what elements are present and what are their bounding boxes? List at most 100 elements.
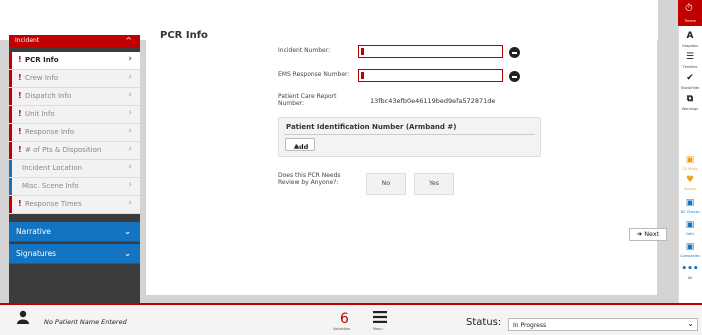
status-select[interactable]: In Progress ⌄ bbox=[508, 318, 698, 331]
status-label: Status: bbox=[466, 317, 502, 328]
sidebar-section-narrative[interactable]: Narrative ⌄ bbox=[9, 222, 140, 242]
kit-icon[interactable]: ▣ bbox=[680, 220, 700, 230]
sidebar-item-dispatch-info[interactable]: ! Dispatch Info › bbox=[9, 88, 140, 106]
menu-label: Menu bbox=[373, 327, 383, 331]
sidebar-item-label: PCR Info bbox=[25, 56, 59, 64]
sidebar-item-label: Unit Info bbox=[25, 110, 55, 118]
required-bar bbox=[9, 124, 12, 141]
rail-label: Timeline bbox=[682, 65, 698, 69]
chevron-right-icon: › bbox=[128, 90, 132, 100]
arrow-right-icon: ➜ bbox=[636, 230, 643, 238]
sidebar-item-misc-scene-info[interactable]: Misc. Scene Info › bbox=[9, 178, 140, 196]
required-bar bbox=[9, 106, 12, 123]
ems-response-label: EMS Response Number: bbox=[278, 71, 350, 78]
sidebar-item-incident-location[interactable]: Incident Location › bbox=[9, 160, 140, 178]
required-icon: ! bbox=[18, 199, 22, 208]
armband-panel: Patient Identification Number (Armband #… bbox=[278, 117, 541, 157]
sliders-icon[interactable]: ☰ bbox=[680, 52, 700, 62]
chevron-down-icon: ⌄ bbox=[124, 227, 131, 236]
rail-label: All bbox=[687, 276, 693, 280]
copy-icon[interactable]: ⧉ bbox=[680, 94, 700, 104]
next-button[interactable]: ➜ Next bbox=[629, 228, 667, 241]
review-label: Does this PCR Needs Review by Anyone?: bbox=[278, 172, 341, 186]
rail-label: Calls bbox=[685, 232, 695, 236]
sidebar-item-pts-disposition[interactable]: ! # of Pts & Disposition › bbox=[9, 142, 140, 160]
sidebar-item-label: Misc. Scene Info bbox=[22, 182, 79, 190]
required-marker bbox=[361, 72, 364, 79]
heart-icon[interactable]: ♥ bbox=[680, 175, 700, 185]
review-no-button[interactable]: No bbox=[366, 173, 406, 195]
required-bar bbox=[9, 88, 12, 105]
chevron-up-icon: ^ bbox=[125, 36, 132, 45]
sidebar-section-signatures[interactable]: Signatures ⌄ bbox=[9, 244, 140, 264]
timer-icon: ⏱ bbox=[685, 3, 693, 14]
status-bar bbox=[9, 160, 12, 177]
sidebar-item-label: Response Times bbox=[25, 200, 82, 208]
timers-tab[interactable]: ⏱ Timers bbox=[678, 0, 702, 26]
sidebar-item-label: Response Info bbox=[25, 128, 75, 136]
chevron-right-icon: › bbox=[128, 108, 132, 118]
hospital-icon[interactable]: A bbox=[680, 31, 700, 41]
rail-label: Warnings bbox=[681, 107, 699, 111]
chevron-right-icon: › bbox=[128, 198, 132, 208]
sidebar-item-label: Crew Info bbox=[25, 74, 59, 82]
patient-name: No Patient Name Entered bbox=[44, 318, 127, 326]
chevron-right-icon: › bbox=[128, 72, 132, 82]
sidebar-item-response-times[interactable]: ! Response Times › bbox=[9, 196, 140, 214]
sidebar-header-label: Incident bbox=[15, 37, 40, 44]
rail-label: Companies bbox=[680, 254, 700, 258]
remove-icon[interactable] bbox=[509, 71, 520, 82]
sidebar-item-unit-info[interactable]: ! Unit Info › bbox=[9, 106, 140, 124]
more-icon[interactable]: ••• bbox=[680, 264, 700, 274]
menu-icon[interactable] bbox=[373, 311, 387, 323]
rail-label: Show/Hide bbox=[680, 86, 700, 90]
required-bar bbox=[9, 70, 12, 87]
rail-label: Timers bbox=[684, 19, 696, 23]
divider bbox=[284, 134, 535, 135]
rail-label: DC Checks bbox=[680, 210, 700, 214]
chevron-right-icon: › bbox=[128, 54, 132, 64]
kit-icon[interactable]: ▣ bbox=[680, 155, 700, 165]
page-title: PCR Info bbox=[160, 30, 208, 41]
chevron-down-icon: ⌄ bbox=[687, 319, 694, 328]
person-icon bbox=[17, 310, 29, 324]
pcr-number-label: Patient Care Report Number: bbox=[278, 93, 337, 107]
required-bar bbox=[9, 142, 12, 159]
check-list-icon[interactable]: ✔ bbox=[680, 73, 700, 83]
required-bar bbox=[9, 52, 12, 69]
remove-icon[interactable] bbox=[509, 47, 520, 58]
add-label: Add bbox=[294, 143, 309, 151]
required-icon: ! bbox=[18, 145, 22, 154]
rail-label: Hospitals bbox=[681, 44, 699, 48]
sidebar-item-label: Incident Location bbox=[22, 164, 83, 172]
validation-count[interactable]: 6 bbox=[340, 311, 349, 327]
sidebar-header-incident[interactable]: Incident ^ bbox=[9, 35, 140, 47]
pcr-number-value: 13fbc43efb0e46119bed9efa572871de bbox=[370, 97, 496, 105]
chevron-down-icon: ⌄ bbox=[124, 249, 131, 258]
chevron-right-icon: › bbox=[128, 126, 132, 136]
ems-response-input[interactable] bbox=[358, 69, 503, 82]
required-icon: ! bbox=[18, 55, 22, 64]
required-bar bbox=[9, 196, 12, 213]
next-label: Next bbox=[644, 230, 660, 238]
required-icon: ! bbox=[18, 91, 22, 100]
sidebar-item-pcr-info[interactable]: ! PCR Info › bbox=[9, 52, 140, 70]
sidebar-item-response-info[interactable]: ! Response Info › bbox=[9, 124, 140, 142]
required-marker bbox=[361, 48, 364, 55]
required-icon: ! bbox=[18, 109, 22, 118]
chevron-right-icon: › bbox=[128, 180, 132, 190]
sidebar-item-label: Dispatch Info bbox=[25, 92, 72, 100]
add-armband-button[interactable]: + Add bbox=[285, 138, 315, 151]
incident-number-input[interactable] bbox=[358, 45, 503, 58]
kit-icon[interactable]: ▣ bbox=[680, 242, 700, 252]
top-bar bbox=[0, 0, 658, 40]
required-icon: ! bbox=[18, 127, 22, 136]
kit-icon[interactable]: ▣ bbox=[680, 198, 700, 208]
sidebar-item-crew-info[interactable]: ! Crew Info › bbox=[9, 70, 140, 88]
rail-label: Events bbox=[684, 187, 696, 191]
chevron-right-icon: › bbox=[128, 162, 132, 172]
review-yes-button[interactable]: Yes bbox=[414, 173, 454, 195]
incident-number-label: Incident Number: bbox=[278, 47, 331, 54]
chevron-right-icon: › bbox=[128, 144, 132, 154]
status-value: In Progress bbox=[513, 322, 547, 329]
